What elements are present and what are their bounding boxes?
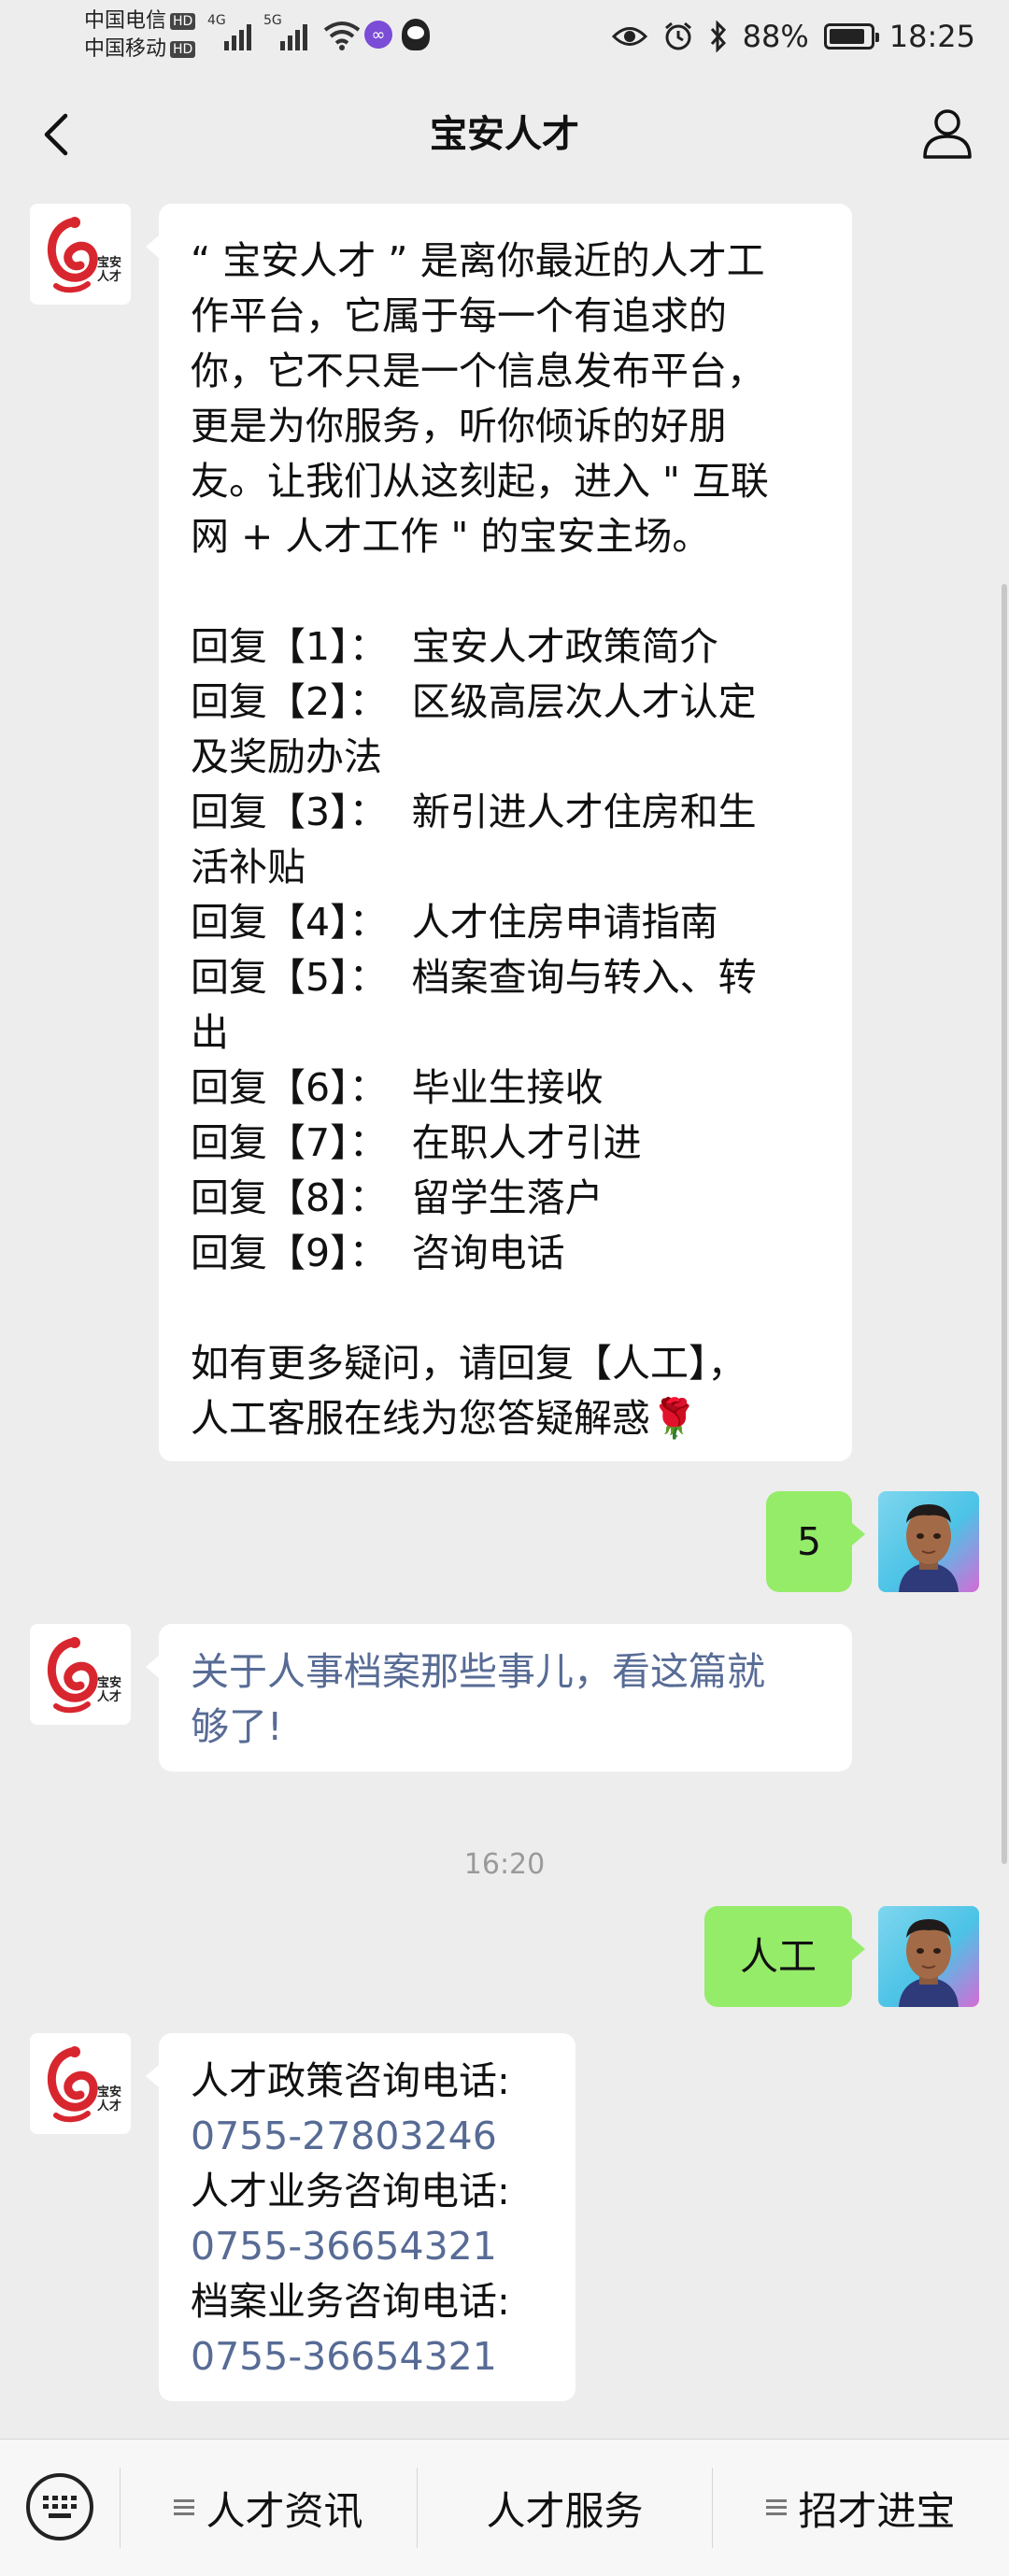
- brand-avatar[interactable]: 宝安 人才: [30, 204, 131, 305]
- brand-logo-icon: [47, 2046, 98, 2123]
- qq-icon: [402, 19, 430, 50]
- menu-item-label: 招才进宝: [798, 2487, 956, 2534]
- page-title: 宝安人才: [430, 113, 579, 156]
- signal-icon: 4G: [207, 13, 251, 50]
- alarm-icon: [664, 21, 691, 50]
- menu-item-label: 人才服务: [486, 2487, 644, 2534]
- wifi-icon: [323, 21, 361, 50]
- intro-message-line: 回复【9】： 咨询电话: [191, 1231, 565, 1275]
- user-reply-text: 人工: [740, 1934, 817, 1979]
- intro-message-line: 你，它不只是一个信息发布平台，: [191, 349, 765, 393]
- menu-item-label: 人才资讯: [206, 2487, 363, 2534]
- timestamp: 16:20: [463, 1848, 546, 1881]
- intro-message-line: 回复【5】： 档案查询与转入、转: [191, 955, 757, 1000]
- intro-message-line: 回复【6】： 毕业生接收: [191, 1065, 604, 1110]
- intro-message-line: 回复【7】： 在职人才引进: [191, 1120, 642, 1165]
- article-link-line[interactable]: 够了!: [191, 1700, 826, 1755]
- phone-link[interactable]: 0755-27803246: [191, 2109, 557, 2164]
- phone-link[interactable]: 0755-36654321: [191, 2329, 557, 2384]
- menu-list-icon: [174, 2499, 195, 2516]
- user-avatar-image: [899, 1919, 959, 2007]
- contact-label: 档案业务咨询电话:: [191, 2279, 510, 2324]
- brand-avatar[interactable]: 宝安 人才: [30, 1624, 131, 1725]
- bluetooth-icon: [710, 21, 726, 52]
- contact-label: 人才政策咨询电话:: [191, 2058, 510, 2103]
- brand-avatar-text: 宝安 人才: [97, 2085, 122, 2113]
- intro-message-line: 网 + 人才工作 " 的宝安主场。: [191, 514, 711, 559]
- battery-percent: 88%: [742, 19, 809, 54]
- chat-area[interactable]: 宝安 人才 “ 宝安人才 ” 是离你最近的人才工 作平台，它属于每一个有追求的 你，…: [0, 196, 1009, 2439]
- intro-message-line: 回复【2】： 区级高层次人才认定: [191, 679, 757, 724]
- bottom-menu-bar: 人才资讯 人才服务 招才进宝: [0, 2439, 1009, 2576]
- profile-icon[interactable]: [919, 105, 975, 161]
- app-notification-icon: ∞: [364, 21, 392, 49]
- eye-icon: [611, 27, 647, 46]
- brand-logo-icon: [47, 217, 98, 293]
- intro-message-line: 回复【1】： 宝安人才政策简介: [191, 624, 718, 669]
- brand-avatar-text: 宝安 人才: [97, 1676, 122, 1704]
- menu-item-recruit[interactable]: 招才进宝: [713, 2440, 1009, 2576]
- intro-message-line: 及奖励办法: [191, 734, 382, 779]
- intro-message-line: 回复【4】： 人才住房申请指南: [191, 900, 718, 945]
- intro-message-line: [191, 1281, 826, 1336]
- intro-message-line: 人工客服在线为您答疑解惑🌹: [191, 1396, 699, 1441]
- hd-badge: HD: [170, 41, 196, 58]
- article-link-bubble[interactable]: 关于人事档案那些事儿，看这篇就 够了!: [146, 1624, 852, 1772]
- intro-message-line: “ 宝安人才 ” 是离你最近的人才工: [191, 238, 765, 283]
- contact-label: 人才业务咨询电话:: [191, 2169, 510, 2213]
- intro-message-line: 友。让我们从这刻起，进入 " 互联: [191, 459, 769, 504]
- carrier-info: 中国电信 HD 中国移动 HD: [84, 7, 196, 64]
- intro-message-line: 回复【3】： 新引进人才住房和生: [191, 790, 757, 834]
- status-bar: 中国电信 HD 中国移动 HD 4G 5G ∞ 88% 18:25: [0, 0, 1009, 75]
- title-bar: 宝安人才: [0, 75, 1009, 196]
- intro-message-line: 活补贴: [191, 845, 306, 890]
- user-avatar[interactable]: [878, 1906, 979, 2007]
- menu-item-talent-service[interactable]: 人才服务: [418, 2440, 712, 2576]
- user-reply-bubble[interactable]: 5: [766, 1491, 865, 1592]
- intro-message-line: 作平台，它属于每一个有追求的: [191, 293, 727, 338]
- intro-message-line: 更是为你服务，听你倾诉的好朋: [191, 404, 727, 448]
- user-avatar[interactable]: [878, 1491, 979, 1592]
- user-avatar-image: [899, 1504, 959, 1592]
- intro-message-line: 如有更多疑问，请回复【人工】，: [191, 1341, 746, 1386]
- menu-list-icon: [766, 2499, 788, 2516]
- intro-message-line: [191, 564, 826, 619]
- phone-link[interactable]: 0755-36654321: [191, 2219, 557, 2274]
- clock: 18:25: [888, 19, 975, 54]
- intro-message-line: 回复【8】： 留学生落户: [191, 1175, 604, 1220]
- brand-avatar-text: 宝安 人才: [97, 256, 122, 284]
- brand-avatar[interactable]: 宝安 人才: [30, 2033, 131, 2134]
- signal-icon: 5G: [263, 13, 307, 50]
- hd-badge: HD: [170, 13, 196, 30]
- contacts-message-bubble[interactable]: 人才政策咨询电话: 0755-27803246 人才业务咨询电话: 0755-3…: [146, 2033, 576, 2401]
- battery-icon: [823, 23, 879, 50]
- intro-message-line: 出: [191, 1010, 229, 1055]
- carrier-1: 中国电信: [84, 9, 167, 33]
- carrier-2: 中国移动: [84, 37, 167, 61]
- status-right: 88% 18:25: [611, 13, 975, 60]
- keyboard-toggle-button[interactable]: [26, 2473, 93, 2540]
- user-reply-text: 5: [796, 1519, 822, 1564]
- intro-message-text: “ 宝安人才 ” 是离你最近的人才工 作平台，它属于每一个有追求的 你，它不只是一个…: [191, 234, 826, 1446]
- menu-item-talent-news[interactable]: 人才资讯: [121, 2440, 417, 2576]
- article-link-line[interactable]: 关于人事档案那些事儿，看这篇就: [191, 1644, 826, 1700]
- keyboard-icon: [43, 2496, 77, 2518]
- user-reply-bubble[interactable]: 人工: [704, 1906, 865, 2007]
- intro-message-bubble[interactable]: “ 宝安人才 ” 是离你最近的人才工 作平台，它属于每一个有追求的 你，它不只是一个…: [146, 204, 852, 1461]
- brand-logo-icon: [47, 1637, 98, 1714]
